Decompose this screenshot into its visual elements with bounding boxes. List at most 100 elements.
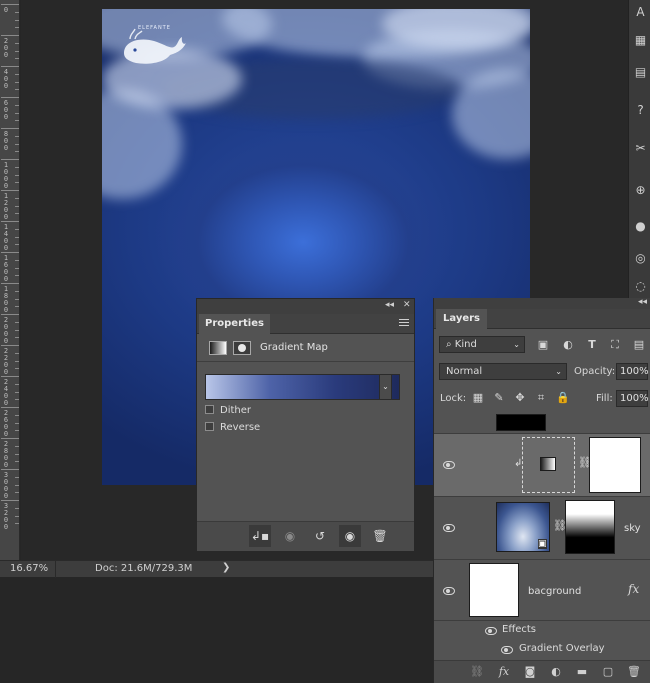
properties-panel-titlebar[interactable]: ◂◂ ✕ (197, 299, 414, 314)
ruler-minor-tick (15, 213, 19, 215)
filter-kind-dropdown[interactable]: ⌕ Kind ⌄ (439, 336, 525, 353)
lock-transparent-icon[interactable]: ▦ (470, 390, 486, 406)
new-adjustment-layer-icon[interactable]: ◐ (548, 665, 564, 679)
layer-row[interactable] (434, 411, 650, 434)
visibility-eye-icon[interactable] (442, 586, 456, 596)
add-layer-style-icon[interactable]: fx (496, 665, 512, 679)
ruler-minor-tick (15, 50, 19, 52)
ruler-minor-tick (15, 89, 19, 91)
ruler-minor-tick (15, 360, 19, 362)
clone-source-icon[interactable]: ⊕ (634, 184, 647, 197)
ruler-minor-tick (15, 492, 19, 494)
ruler-minor-tick (15, 73, 19, 75)
lock-all-icon[interactable]: 🔒 (555, 390, 571, 406)
gradient-map-adjustment-icon[interactable] (209, 341, 227, 355)
visibility-eye-icon[interactable] (442, 523, 456, 533)
brush-presets-icon[interactable]: ▤ (634, 66, 647, 79)
ruler-tick (1, 4, 19, 5)
gradient-overlay-visibility-eye-icon[interactable] (500, 645, 514, 655)
view-previous-state-icon[interactable]: ◉ (279, 525, 301, 547)
zoom-level[interactable]: 16.67% (10, 563, 48, 574)
lock-artboard-icon[interactable]: ⌗ (533, 390, 549, 406)
filter-kind-value: Kind (454, 339, 477, 350)
layers-bottom-bar: ⛓ fx ◙ ◐ ▬ ▢ 🗑 (434, 660, 650, 683)
opacity-input[interactable]: 100% (616, 363, 649, 380)
layer-mask-thumbnail[interactable] (589, 437, 641, 493)
ruler-minor-tick (15, 484, 19, 486)
ruler-minor-tick (15, 352, 19, 354)
layers-panel-titlebar[interactable]: ◂◂ (434, 297, 650, 309)
tools-icon[interactable]: ✂ (634, 142, 647, 155)
navigator-icon[interactable]: ◌ (634, 280, 647, 293)
reverse-checkbox[interactable]: Reverse (205, 422, 260, 433)
ruler-minor-tick (15, 321, 19, 323)
ruler-minor-tick (15, 453, 19, 455)
dither-checkbox-box[interactable] (205, 405, 214, 414)
vertical-ruler[interactable]: 0 2 0 0 4 0 0 6 0 0 8 0 0 1 0 0 0 1 2 0 0 1 4 0… (0, 0, 20, 560)
clip-to-layer-icon[interactable]: ↲▪ (249, 525, 271, 547)
layer-row-gradient-map[interactable]: ↲ ⛓ (434, 434, 650, 497)
collapse-panel-icon[interactable]: ◂◂ (385, 300, 394, 310)
delete-layer-icon[interactable]: 🗑 (626, 665, 642, 679)
collapse-panel-icon[interactable]: ◂◂ (638, 297, 647, 307)
ruler-label: 1 4 0 0 (3, 223, 9, 252)
new-layer-icon[interactable]: ▢ (600, 665, 616, 679)
layer-row-bacground[interactable]: bacground fx (434, 560, 650, 621)
new-group-icon[interactable]: ▬ (574, 665, 590, 679)
swatches-icon[interactable]: ▦ (634, 34, 647, 47)
delete-adjustment-icon[interactable]: 🗑 (369, 525, 391, 547)
brush-icon[interactable]: ● (634, 220, 647, 233)
gradient-map-thumbnail-icon[interactable] (540, 457, 556, 471)
history-icon[interactable]: ◎ (634, 252, 647, 265)
effects-row[interactable]: Effects (434, 621, 650, 640)
blend-mode-dropdown[interactable]: Normal ⌄ (439, 363, 567, 380)
ruler-minor-tick (15, 228, 19, 230)
ruler-minor-tick (15, 298, 19, 300)
ruler-tick (1, 159, 19, 160)
type-filter-icon[interactable]: T (584, 337, 600, 353)
ruler-minor-tick (15, 337, 19, 339)
sky-mask-thumbnail[interactable] (565, 500, 615, 554)
fill-label: Fill: (596, 393, 613, 404)
ruler-minor-tick (15, 120, 19, 122)
reverse-checkbox-box[interactable] (205, 422, 214, 431)
status-menu-arrow-icon[interactable]: ❯ (222, 562, 230, 573)
tab-properties[interactable]: Properties (199, 314, 270, 334)
smart-object-filter-icon[interactable]: ▤ (631, 337, 647, 353)
fill-input[interactable]: 100% (616, 390, 649, 407)
visibility-eye-icon[interactable] (442, 460, 456, 470)
ruler-minor-tick (15, 476, 19, 478)
add-mask-icon[interactable]: ◙ (522, 665, 538, 679)
pixel-filter-icon[interactable]: ▣ (535, 337, 551, 353)
blend-mode-value: Normal (446, 366, 483, 377)
gradient-overlay-label: Gradient Overlay (519, 643, 605, 654)
ruler-label: 4 0 0 (3, 68, 9, 90)
gradient-overlay-row[interactable]: Gradient Overlay (434, 640, 650, 660)
properties-tab-row: Properties (197, 314, 414, 334)
dither-checkbox[interactable]: Dither (205, 405, 251, 416)
adjustment-filter-icon[interactable]: ◐ (560, 337, 576, 353)
ruler-minor-tick (15, 445, 19, 447)
gradient-preview[interactable] (205, 374, 400, 400)
close-panel-icon[interactable]: ✕ (403, 300, 411, 310)
layer-row-sky[interactable]: ▣ ⛓ sky (434, 497, 650, 560)
bacground-thumbnail[interactable] (469, 563, 519, 617)
toggle-visibility-icon[interactable]: ◉ (339, 525, 361, 547)
ruler-minor-tick (15, 259, 19, 261)
link-layers-icon[interactable]: ⛓ (469, 665, 485, 679)
panel-menu-icon[interactable] (399, 319, 409, 328)
effects-visibility-eye-icon[interactable] (484, 626, 498, 636)
ruler-minor-tick (15, 151, 19, 153)
tab-layers[interactable]: Layers (436, 309, 487, 329)
character-icon[interactable]: A (634, 6, 647, 19)
gradient-dropdown-icon[interactable]: ⌄ (379, 374, 392, 400)
reset-adjustment-icon[interactable]: ↺ (309, 525, 331, 547)
lock-image-icon[interactable]: ✎ (491, 390, 507, 406)
adjustment-title: Gradient Map (260, 342, 328, 353)
lock-position-icon[interactable]: ✥ (512, 390, 528, 406)
shape-filter-icon[interactable]: ⛶ (607, 337, 623, 353)
layer-mask-icon[interactable] (233, 341, 251, 355)
ruler-minor-tick (15, 267, 19, 269)
adjustments-icon[interactable]: ? (634, 104, 647, 117)
layer-effects-icon[interactable]: fx (628, 582, 639, 596)
